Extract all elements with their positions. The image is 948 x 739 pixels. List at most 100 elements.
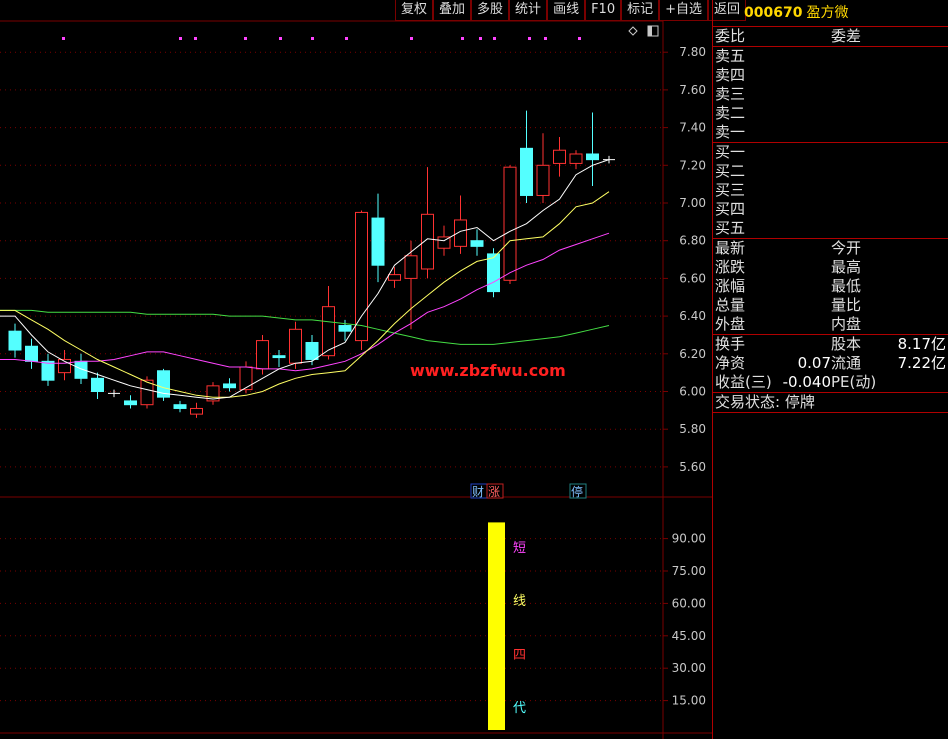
marker-dot [62, 37, 65, 40]
indicator-tick-label: 30.00 [672, 661, 706, 675]
marker-dot [279, 37, 282, 40]
price-tick-label: 6.80 [679, 234, 706, 248]
candle-body-down [470, 240, 484, 247]
buy-label: 买四 [715, 200, 746, 218]
fund-row: 净资 0.07 流通 7.22亿 [713, 354, 948, 373]
stat-label-right: 最低 [831, 277, 862, 295]
diamond-icon [628, 26, 638, 36]
buy-label: 买一 [715, 143, 746, 161]
price-tick-label: 7.80 [679, 45, 706, 59]
stat-row: 涨跌 最高 [713, 258, 948, 277]
sell-row: 卖二 [713, 104, 948, 123]
stat-label-right: 最高 [831, 258, 862, 276]
weibi-section: 委比 委差 [713, 27, 948, 47]
candle-body-up [289, 328, 302, 364]
candle-body-up [404, 255, 418, 279]
candle-body-up [355, 211, 368, 342]
stat-label-left: 最新 [715, 239, 746, 257]
candle-body-up [239, 366, 253, 391]
quote-panel: 000670 盈方微 委比 委差 卖五 卖四 卖三 卖二 卖一 买一 买二 买三 买四 买五 最新… [712, 0, 948, 739]
fund-label-right: 股本 [831, 335, 862, 353]
sell-label: 卖一 [715, 123, 746, 141]
stat-row: 外盘 内盘 [713, 315, 948, 334]
candle-body-up [553, 149, 566, 164]
marker-dot [479, 37, 482, 40]
indicator-label: 四 [513, 648, 526, 663]
stat-label-left: 总量 [715, 296, 746, 314]
candle-body-down [91, 377, 104, 392]
sell-row: 卖四 [713, 66, 948, 85]
buy-orders: 买一 买二 买三 买四 买五 [713, 143, 948, 239]
toolbar-button-3[interactable]: 统计 [509, 0, 548, 21]
price-tick-label: 5.60 [679, 460, 706, 474]
fund-row: 收益(三) -0.040 PE(动) [713, 373, 948, 392]
candle-body-down [586, 153, 599, 161]
candle-body-up [256, 340, 269, 370]
marker-dot [345, 37, 348, 40]
window-icon-half [648, 26, 652, 36]
candle-body-down [305, 341, 319, 360]
candle-body-down [124, 400, 137, 406]
indicator-bar [488, 522, 505, 730]
candle-body-down [41, 360, 55, 381]
event-marker: 停 [571, 484, 583, 499]
stat-label-right: 今开 [831, 239, 862, 257]
buy-row: 买二 [713, 162, 948, 181]
fund-value-left: 0.07 [797, 354, 831, 372]
marker-dot [493, 37, 496, 40]
status-section: 交易状态: 停牌 [713, 393, 948, 413]
chart-canvas: 7.80 7.60 7.40 7.20 7.00 6.80 6.60 6.40 6.20 6.00… [0, 20, 712, 739]
candle-body-up [536, 164, 550, 196]
price-tick-label: 7.20 [679, 158, 706, 172]
price-tick-label: 5.80 [679, 422, 706, 436]
stat-row: 涨幅 最低 [713, 277, 948, 296]
toolbar-button-7[interactable]: +自选 [659, 0, 709, 21]
sell-orders: 卖五 卖四 卖三 卖二 卖一 [713, 47, 948, 143]
indicator-tick-label: 45.00 [672, 629, 706, 643]
status-row: 交易状态: 停牌 [713, 393, 948, 412]
ma60-line [0, 309, 610, 345]
price-tick-label: 6.00 [679, 385, 706, 399]
toolbar: 复权 叠加 多股 统计 画线 F10 标记 +自选 返回 [395, 0, 747, 21]
indicator-tick-label: 15.00 [672, 694, 706, 708]
buy-label: 买五 [715, 219, 746, 237]
ma20-line [0, 232, 610, 372]
toolbar-button-1[interactable]: 叠加 [433, 0, 472, 21]
fund-value-left: -0.040 [782, 373, 831, 391]
stock-name: 盈方微 [806, 5, 849, 21]
marker-dot [244, 37, 247, 40]
marker-dot [578, 37, 581, 40]
stat-label-right: 量比 [831, 296, 862, 314]
toolbar-button-0[interactable]: 复权 [395, 0, 434, 21]
fund-label-left: 换手 [715, 335, 746, 353]
candle-body-down [371, 217, 385, 266]
candle-body-up [388, 274, 401, 281]
toolbar-button-6[interactable]: 标记 [621, 0, 660, 21]
marker-dot [194, 37, 197, 40]
marker-dot [410, 37, 413, 40]
stat-row: 总量 量比 [713, 296, 948, 315]
candle-body-up [569, 153, 583, 164]
sell-label: 卖二 [715, 104, 746, 122]
candle-body-up [190, 407, 203, 415]
fund-label-left: 收益(三) [715, 373, 772, 391]
sell-label: 卖三 [715, 85, 746, 103]
stats-section: 最新 今开 涨跌 最高 涨幅 最低 总量 量比 外盘 内盘 [713, 239, 948, 335]
candle-body-down [8, 330, 22, 351]
fund-label-right: 流通 [831, 354, 862, 372]
toolbar-button-4[interactable]: 画线 [547, 0, 586, 21]
sell-row: 卖一 [713, 123, 948, 142]
candle-body-down [223, 383, 236, 389]
price-tick-label: 6.40 [679, 309, 706, 323]
toolbar-button-2[interactable]: 多股 [471, 0, 510, 21]
stock-code: 000670 [744, 5, 803, 21]
toolbar-button-5[interactable]: F10 [585, 0, 622, 21]
marker-dot [528, 37, 531, 40]
indicator-tick-label: 75.00 [672, 564, 706, 578]
stat-label-left: 外盘 [715, 315, 746, 333]
price-tick-label: 7.40 [679, 121, 706, 135]
fund-label-left: 净资 [715, 354, 746, 372]
indicator-tick-label: 60.00 [672, 596, 706, 610]
weibi-label: 委比 [715, 27, 746, 45]
event-marker: 涨 [488, 484, 500, 499]
